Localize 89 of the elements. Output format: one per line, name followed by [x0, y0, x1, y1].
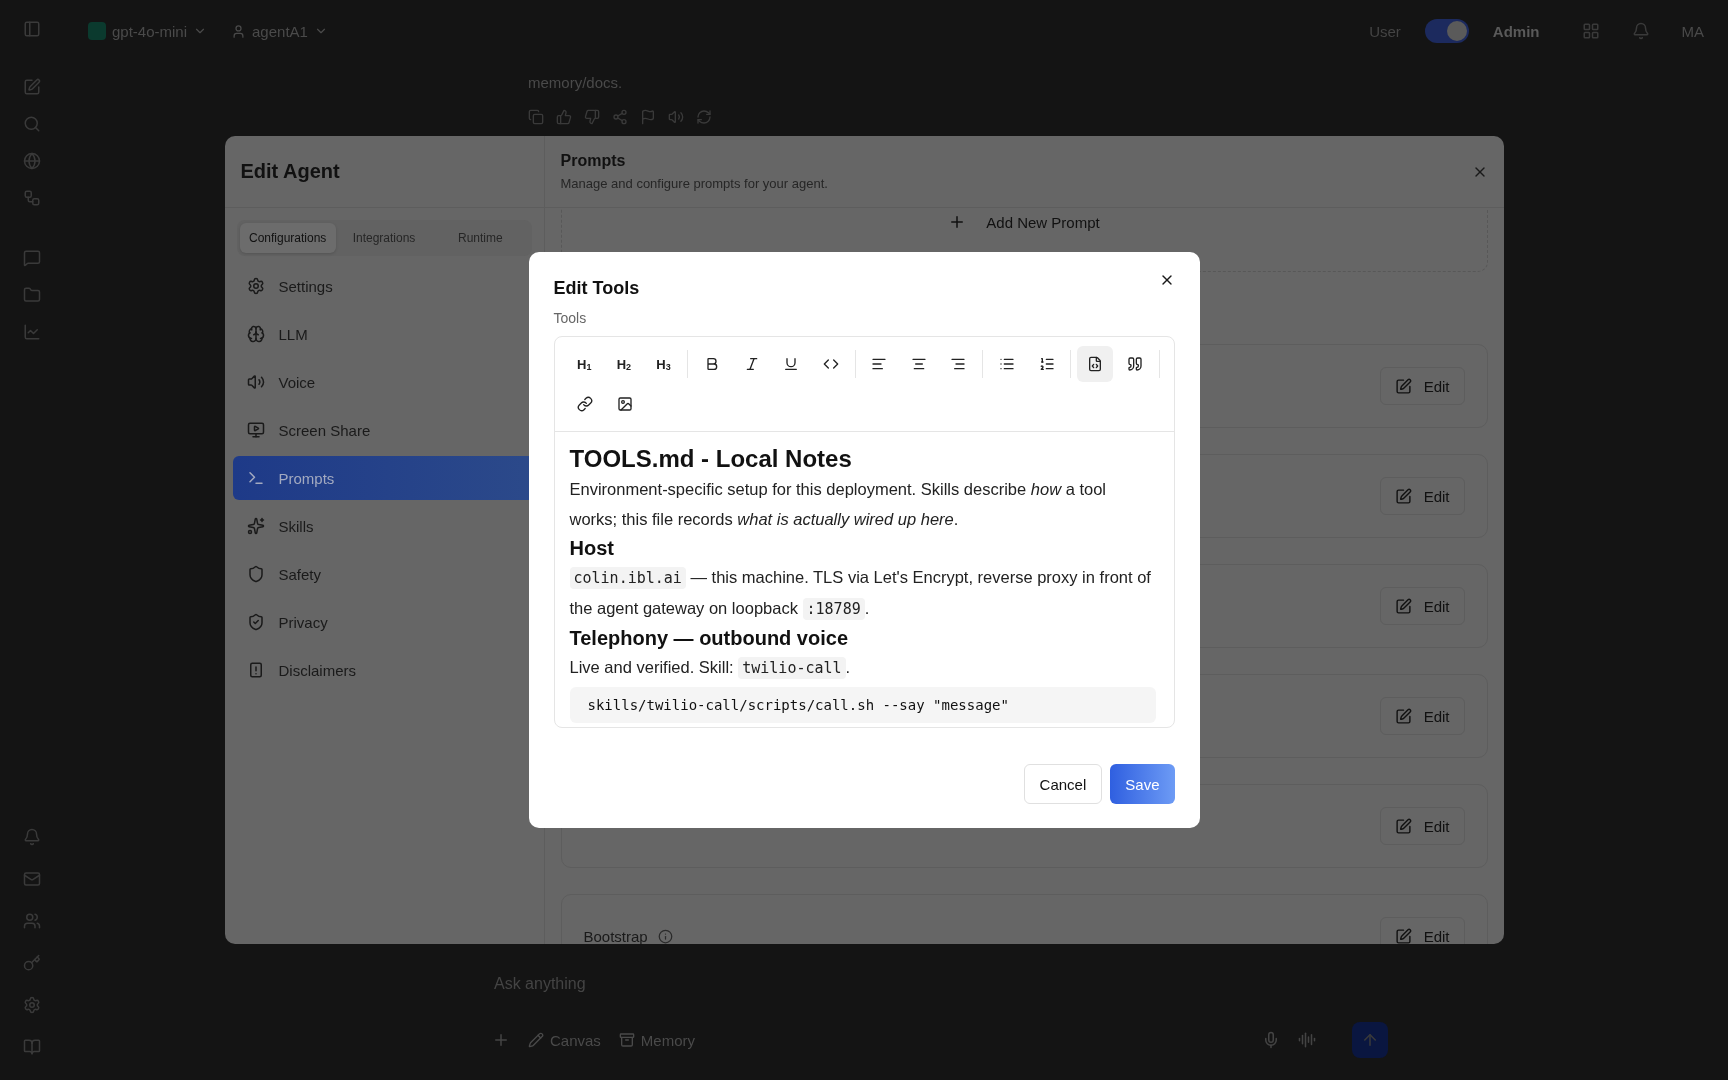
rich-text-editor[interactable]	[553, 336, 1175, 728]
heading-button[interactable]: H$_{1}$	[566, 346, 603, 382]
align-right-icon	[950, 356, 967, 372]
users-icon[interactable]	[23, 912, 41, 930]
globe-icon[interactable]	[23, 152, 41, 170]
message-action-icon[interactable]	[640, 109, 656, 125]
align-left-icon	[871, 356, 888, 372]
link-icon	[576, 396, 593, 412]
message-action-icon[interactable]	[696, 109, 712, 125]
message-action-icon[interactable]	[584, 109, 600, 125]
inline-code-icon	[822, 356, 839, 372]
section-heading: Host	[569, 536, 615, 561]
prompt-label: Bootstrap	[583, 927, 648, 944]
message-action-icon[interactable]	[668, 109, 684, 125]
section-heading: Telephony — outbound voice	[569, 626, 849, 651]
workflow-icon[interactable]	[23, 189, 41, 207]
info-icon[interactable]	[657, 928, 673, 944]
bell-icon[interactable]	[23, 828, 41, 846]
terminal-icon	[246, 469, 265, 487]
tab[interactable]: Integrations	[335, 223, 433, 253]
edit-button[interactable]: Edit	[1379, 807, 1465, 845]
role-toggle[interactable]	[1424, 19, 1469, 43]
quote-icon	[1126, 356, 1143, 372]
speaker-icon	[246, 373, 265, 391]
paragraph: colin.ibl.ai — this machine. TLS via Let's Encrypt, reverse proxy in front of the agent gateway on loopback :18789 .	[569, 566, 1152, 622]
chat-icon[interactable]	[23, 249, 41, 267]
image-icon	[616, 396, 633, 412]
sidebar-toggle-icon[interactable]	[23, 20, 41, 38]
tab[interactable]: Configurations	[239, 223, 336, 253]
user-icon	[231, 23, 247, 39]
section-subtitle: Manage and configure prompts for your agent.	[560, 176, 828, 191]
heading-button[interactable]: H$_{2}$	[606, 346, 642, 382]
edit-icon	[1394, 707, 1412, 725]
shield-check-icon	[246, 613, 265, 631]
edit-button[interactable]: Edit	[1379, 917, 1465, 944]
edit-icon	[1394, 487, 1412, 505]
grid-icon[interactable]	[1581, 22, 1600, 40]
code-block: skills/twilio-call/scripts/call.sh --say "message"	[569, 687, 1156, 723]
paragraph: Environment-specific setup for this deployment. Skills describe how a tool works; this file records what is actually wired up here.	[569, 479, 1108, 530]
archive-icon	[618, 1032, 635, 1048]
section-title: Prompts	[560, 152, 627, 170]
new-chat-icon[interactable]	[23, 78, 41, 96]
settings-icon[interactable]	[23, 996, 41, 1014]
dialog-title: Edit Tools	[553, 278, 640, 299]
model-logo-icon	[88, 22, 106, 40]
dialog-title: Edit Agent	[224, 136, 544, 208]
code-block-button[interactable]	[1077, 346, 1113, 382]
edit-button[interactable]: Edit	[1379, 697, 1465, 735]
document-heading: TOOLS.md - Local Notes	[569, 444, 853, 474]
folder-icon[interactable]	[23, 286, 41, 304]
send-button[interactable]	[1352, 1022, 1388, 1058]
chart-icon[interactable]	[23, 323, 41, 341]
save-button[interactable]: Save	[1110, 764, 1175, 804]
search-icon[interactable]	[23, 115, 41, 133]
voice-wave-icon[interactable]	[1298, 1031, 1316, 1049]
heading-button[interactable]: H$_{3}$	[645, 346, 682, 382]
brain-icon	[246, 325, 265, 343]
mail-icon[interactable]	[23, 870, 41, 888]
edit-button[interactable]: Edit	[1379, 477, 1465, 515]
role-label: Admin	[1492, 22, 1540, 40]
key-icon[interactable]	[23, 954, 41, 972]
sparkle-icon	[246, 517, 265, 535]
message-action-icon[interactable]	[528, 109, 544, 125]
shield-icon	[246, 565, 265, 583]
edit-icon	[1394, 927, 1412, 944]
code-block-icon	[1087, 356, 1104, 372]
edit-icon	[1394, 817, 1412, 835]
message-action-icon[interactable]	[556, 109, 572, 125]
microphone-icon[interactable]	[1262, 1031, 1280, 1049]
bell-icon[interactable]	[1631, 22, 1650, 40]
message-action-icon[interactable]	[612, 109, 628, 125]
paragraph: Live and verified. Skill: twilio-call .	[569, 656, 852, 681]
edit-button[interactable]: Edit	[1379, 587, 1465, 625]
plus-icon[interactable]	[492, 1031, 510, 1049]
monitor-icon	[246, 421, 265, 439]
edit-icon	[1394, 377, 1412, 395]
edit-icon	[1394, 597, 1412, 615]
cancel-button[interactable]: Cancel	[1023, 764, 1103, 804]
numbered-list-icon	[1038, 356, 1055, 372]
bold-icon	[704, 356, 720, 372]
book-icon[interactable]	[23, 1038, 41, 1056]
field-label: Tools	[553, 310, 588, 326]
edit-button[interactable]: Edit	[1379, 367, 1465, 405]
align-center-icon	[910, 356, 927, 372]
gear-icon	[246, 277, 265, 295]
bullet-list-icon	[999, 356, 1015, 372]
underline-icon	[783, 356, 800, 372]
tab[interactable]: Runtime	[432, 223, 529, 253]
pencil-icon	[528, 1032, 544, 1048]
